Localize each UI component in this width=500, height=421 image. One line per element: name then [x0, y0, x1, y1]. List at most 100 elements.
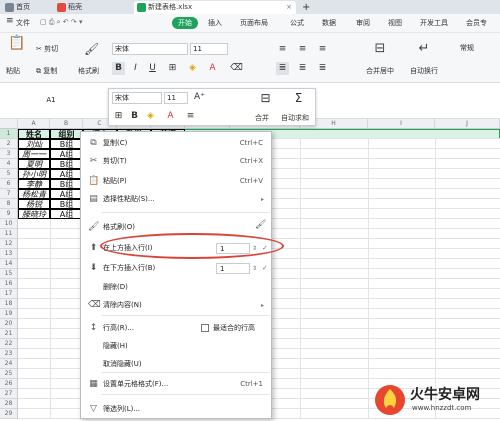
wrap-text-icon[interactable]: ↵ — [418, 42, 430, 55]
align-bottom-icon[interactable]: ≡ — [316, 43, 329, 56]
align-right-icon[interactable]: ≣ — [316, 62, 329, 75]
menu-developer[interactable]: 开发工具 — [420, 18, 448, 28]
context-menu-item[interactable]: 隐藏(H) — [81, 337, 271, 356]
menu-review[interactable]: 审阅 — [356, 18, 370, 28]
mini-merge-button[interactable]: 合并 — [255, 113, 269, 123]
new-tab-button[interactable]: + — [302, 1, 310, 14]
fill-color-icon[interactable]: ◈ — [186, 62, 199, 75]
row-header[interactable]: 5 — [0, 169, 18, 179]
align-icon[interactable]: ≡ — [184, 110, 197, 123]
row-header[interactable]: 14 — [0, 259, 18, 269]
align-middle-icon[interactable]: ≡ — [296, 43, 309, 56]
brush-icon[interactable]: 🖌 — [255, 220, 266, 230]
row-header[interactable]: 17 — [0, 289, 18, 299]
column-header[interactable]: J — [435, 119, 500, 129]
table-cell[interactable]: A组 — [50, 209, 83, 219]
row-header[interactable]: 10 — [0, 219, 18, 229]
row-header[interactable]: 2 — [0, 139, 18, 149]
row-header[interactable]: 18 — [0, 299, 18, 309]
close-icon[interactable]: × — [286, 1, 292, 14]
context-menu-item[interactable]: ⌫ 清除内容(N) — [81, 296, 271, 315]
table-cell[interactable]: A组 — [50, 169, 83, 179]
table-cell[interactable]: 杨松青 — [18, 189, 50, 199]
font-family-select[interactable]: 宋体 — [112, 43, 188, 55]
row-count-input[interactable]: 1 — [216, 263, 250, 274]
column-header[interactable]: A — [18, 119, 50, 129]
row-header[interactable]: 12 — [0, 239, 18, 249]
row-header[interactable]: 20 — [0, 319, 18, 329]
table-cell[interactable]: B组 — [50, 179, 83, 189]
select-all-corner[interactable] — [0, 119, 18, 129]
mini-bold-button[interactable]: B — [128, 110, 141, 123]
mini-size-select[interactable]: 11 — [164, 92, 188, 104]
row-header[interactable]: 23 — [0, 349, 18, 359]
row-header[interactable]: 25 — [0, 369, 18, 379]
column-header[interactable]: I — [368, 119, 435, 129]
table-cell[interactable]: 杨锐 — [18, 199, 50, 209]
copy-button[interactable]: ⧉ 复制 — [36, 66, 57, 76]
mini-font-select[interactable]: 宋体 — [112, 92, 162, 104]
menu-member[interactable]: 会员专 — [466, 18, 487, 28]
merge-cells-icon[interactable]: ⊟ — [374, 42, 386, 55]
menu-insert[interactable]: 插入 — [208, 18, 222, 28]
tab-home[interactable]: 首页 — [2, 1, 50, 14]
underline-button[interactable]: U — [146, 62, 159, 75]
checkbox-icon[interactable] — [201, 324, 209, 332]
table-cell[interactable]: 组别 — [50, 129, 83, 139]
align-top-icon[interactable]: ≡ — [276, 43, 289, 56]
clear-format-icon[interactable]: ⌫ — [230, 62, 243, 75]
tab-docer[interactable]: 稻壳 — [54, 1, 124, 14]
menu-formula[interactable]: 公式 — [290, 18, 304, 28]
row-header[interactable]: 15 — [0, 269, 18, 279]
stepper-icon[interactable]: ⇕ — [252, 259, 257, 278]
table-cell[interactable]: B组 — [50, 199, 83, 209]
context-menu-item[interactable]: ▤ 选择性粘贴(S)... — [81, 190, 271, 209]
menu-view[interactable]: 视图 — [388, 18, 402, 28]
menu-start[interactable]: 开始 — [172, 17, 198, 29]
context-menu-item[interactable]: 📋 粘贴(P) Ctrl+V — [81, 172, 271, 191]
autosum-icon[interactable]: Σ — [292, 92, 305, 105]
paste-icon[interactable]: 📋 — [8, 36, 25, 50]
row-header[interactable]: 4 — [0, 159, 18, 169]
align-left-icon[interactable]: ≣ — [276, 62, 289, 75]
context-menu-item[interactable]: ▽ 筛选列(L)... — [81, 400, 271, 419]
table-cell[interactable]: 夏明 — [18, 159, 50, 169]
row-header[interactable]: 7 — [0, 189, 18, 199]
row-header[interactable]: 19 — [0, 309, 18, 319]
auto-fit-label[interactable]: 最适合的行高 — [213, 319, 255, 338]
cut-button[interactable]: ✂ 剪切 — [36, 44, 58, 54]
mini-autosum-button[interactable]: 自动求和 — [281, 113, 309, 123]
row-header[interactable]: 9 — [0, 209, 18, 219]
fill-color-icon[interactable]: ◈ — [144, 110, 157, 123]
table-cell[interactable]: B组 — [50, 139, 83, 149]
table-cell[interactable]: B组 — [50, 159, 83, 169]
table-cell[interactable]: A组 — [50, 189, 83, 199]
context-menu-item[interactable]: ⧉ 复制(C) Ctrl+C — [81, 134, 271, 153]
wrap-text-button[interactable]: 自动换行 — [410, 66, 438, 76]
grow-font-icon[interactable]: A⁺ — [193, 91, 206, 104]
context-menu-item[interactable]: ⬇ 在下方插入行(B) 1 ⇕ ✓ — [81, 259, 271, 278]
context-menu-item[interactable]: 取消隐藏(U) — [81, 355, 271, 374]
row-header[interactable]: 28 — [0, 399, 18, 409]
row-header[interactable]: 26 — [0, 379, 18, 389]
row-header[interactable]: 8 — [0, 199, 18, 209]
row-header[interactable]: 29 — [0, 409, 18, 419]
table-cell[interactable]: 周一一 — [18, 149, 50, 159]
table-cell[interactable]: 刘灿 — [18, 139, 50, 149]
format-painter-button[interactable]: 格式刷 — [78, 66, 99, 76]
menu-data[interactable]: 数据 — [322, 18, 336, 28]
column-header[interactable]: B — [50, 119, 83, 129]
menu-file[interactable]: 文件 — [16, 18, 30, 28]
table-cell[interactable]: 孙小明 — [18, 169, 50, 179]
row-header[interactable]: 1 — [0, 129, 18, 139]
font-size-select[interactable]: 11 — [190, 43, 228, 55]
row-header[interactable]: 27 — [0, 389, 18, 399]
bold-button[interactable]: B — [112, 62, 125, 75]
row-header[interactable]: 11 — [0, 229, 18, 239]
table-cell[interactable]: 姓名 — [18, 129, 50, 139]
number-format-select[interactable]: 常规 — [458, 43, 498, 55]
name-box[interactable]: A1 — [4, 95, 96, 107]
row-header[interactable]: 22 — [0, 339, 18, 349]
row-header[interactable]: 24 — [0, 359, 18, 369]
context-menu-item[interactable]: ↕ 行高(R)... 最适合的行高 — [81, 319, 271, 338]
